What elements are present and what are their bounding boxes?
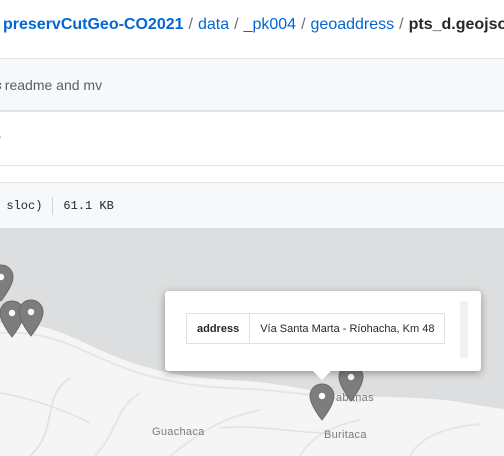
breadcrumb-item-data[interactable]: data (198, 16, 229, 34)
map-marker-icon[interactable] (0, 264, 14, 302)
file-header: 8 sloc) 61.1 KB (0, 182, 504, 228)
breadcrumb: preservCutGeo-CO2021 / data / _pk004 / g… (0, 0, 504, 50)
breadcrumb-separator: / (301, 16, 306, 33)
breadcrumb-current-file: pts_d.geojson (408, 16, 504, 33)
popup-tip (312, 370, 332, 380)
popup-scrollbar[interactable] (460, 301, 468, 358)
breadcrumb-item-geoaddress[interactable]: geoaddress (311, 16, 395, 34)
file-line-count: 8 sloc) (0, 198, 43, 213)
popup-properties-table: address Vía Santa Marta - Ríohacha, Km 4… (185, 313, 446, 344)
latest-commit-bar: s readme and mv (0, 58, 504, 111)
breadcrumb-item-pk004[interactable]: _pk004 (244, 16, 297, 34)
breadcrumb-separator: / (234, 16, 239, 33)
contributors-text: r (0, 131, 1, 147)
breadcrumb-separator: / (188, 16, 193, 33)
file-size: 61.1 KB (63, 198, 114, 213)
breadcrumb-separator: / (399, 16, 404, 33)
commit-message[interactable]: readme and mv (5, 77, 102, 93)
breadcrumb-repo-link[interactable]: preservCutGeo-CO2021 (3, 16, 184, 34)
map-marker-icon[interactable] (18, 299, 44, 337)
geojson-map[interactable]: Guachaca Buritaca abanas address Vía San… (0, 228, 504, 456)
map-label-guachaca: Guachaca (152, 426, 205, 438)
map-popup: address Vía Santa Marta - Ríohacha, Km 4… (165, 291, 481, 380)
commit-author[interactable]: s (0, 77, 2, 93)
property-value: Vía Santa Marta - Ríohacha, Km 48 (249, 313, 446, 344)
contributors-bar: r (0, 111, 504, 166)
property-key: address (185, 313, 251, 344)
table-row: address Vía Santa Marta - Ríohacha, Km 4… (185, 313, 446, 344)
map-label-buritaca: Buritaca (324, 429, 367, 441)
map-marker-icon[interactable] (309, 383, 335, 421)
